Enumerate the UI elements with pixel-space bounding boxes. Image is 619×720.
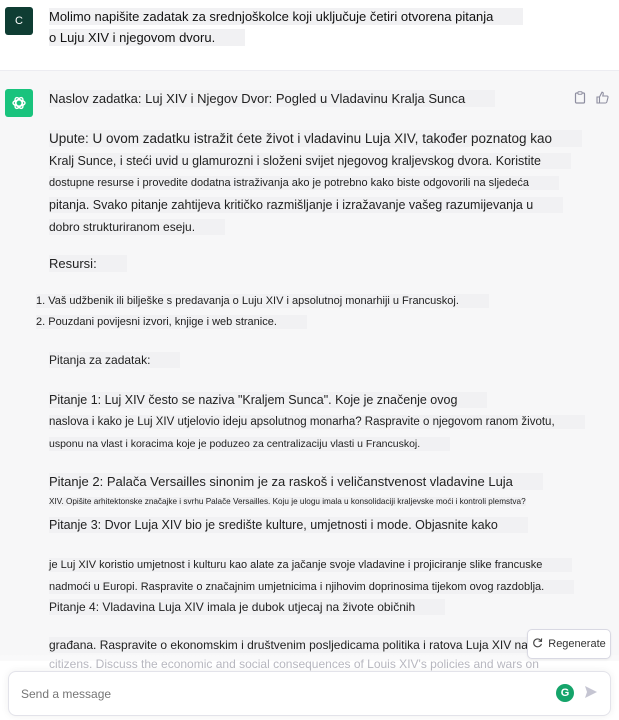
thumbs-up-icon[interactable] xyxy=(596,91,609,107)
question-2: Pitanje 2: Palača Versailles sinonim je … xyxy=(49,471,569,511)
question-line: nadmoći u Europi. Raspravite o značajnim… xyxy=(49,580,575,594)
question-line: usponu na vlast i koracima koje je poduz… xyxy=(49,437,451,451)
list-item: 2. Pouzdani povijesni izvori, knjige i w… xyxy=(36,315,307,329)
refresh-icon xyxy=(532,637,543,651)
send-icon[interactable] xyxy=(583,684,599,700)
resources-heading-text: Resursi: xyxy=(49,255,127,272)
faded-text: citizens. Discuss the economic and socia… xyxy=(49,657,539,671)
regenerate-label: Regenerate xyxy=(548,638,606,650)
instructions-line: dostupne resurse i provedite dodatna ist… xyxy=(49,176,560,190)
grammarly-icon[interactable]: G xyxy=(556,684,574,702)
question-line: je Luj XIV koristio umjetnost i kulturu … xyxy=(49,558,573,572)
resources-list: 1. Vaš udžbenik ili bilješke s predavanj… xyxy=(36,291,489,333)
question-line: naslova i kako je Luj XIV utjelovio idej… xyxy=(49,415,585,429)
question-line: XIV. Opišite arhitektonske značajke i sv… xyxy=(49,497,526,506)
instructions: Upute: U ovom zadatku istražit ćete živo… xyxy=(49,128,583,238)
user-message-text: Molimo napišite zadatak za srednjoškolce… xyxy=(49,6,524,48)
message-actions xyxy=(574,91,609,107)
instructions-line: pitanja. Svako pitanje zahtijeva kritičk… xyxy=(49,197,564,213)
title-text: Naslov zadatka: Luj XIV i Njegov Dvor: P… xyxy=(49,90,496,107)
resources-heading: Resursi: xyxy=(49,255,569,272)
user-line: o Luju XIV i njegovom dvoru. xyxy=(49,29,246,46)
user-line: Molimo napišite zadatak za srednjoškolce… xyxy=(49,8,524,25)
questions-heading: Pitanja za zadatak: xyxy=(49,352,569,368)
message-composer: G xyxy=(8,671,611,716)
instructions-line: Upute: U ovom zadatku istražit ćete živo… xyxy=(49,130,583,147)
list-item: 1. Vaš udžbenik ili bilješke s predavanj… xyxy=(36,294,489,308)
question-3: Pitanje 3: Dvor Luja XIV bio je središte… xyxy=(49,514,575,598)
question-line: Pitanje 2: Palača Versailles sinonim je … xyxy=(49,473,543,490)
question-line: Pitanje 1: Luj XIV često se naziva "Kral… xyxy=(49,392,488,408)
question-line: Pitanje 3: Dvor Luja XIV bio je središte… xyxy=(49,517,528,533)
instructions-line: dobro strukturiranom eseju. xyxy=(49,219,226,235)
regenerate-button[interactable]: Regenerate xyxy=(527,629,611,659)
question-4: Pitanje 4: Vladavina Luja XIV imala je d… xyxy=(49,596,569,656)
question-1: Pitanje 1: Luj XIV često se naziva "Kral… xyxy=(49,389,585,455)
user-message: C Molimo napišite zadatak za srednjoškol… xyxy=(0,0,619,71)
instructions-line: Kralj Sunce, i steći uvid u glamurozni i… xyxy=(49,153,571,169)
question-line: građana. Raspravite o ekonomskim i društ… xyxy=(49,637,558,653)
clipboard-icon[interactable] xyxy=(574,91,586,107)
user-avatar: C xyxy=(5,7,33,35)
questions-heading-text: Pitanja za zadatak: xyxy=(49,352,181,368)
assignment-title: Naslov zadatka: Luj XIV i Njegov Dvor: P… xyxy=(49,90,569,107)
message-input[interactable] xyxy=(19,682,543,706)
openai-logo-icon xyxy=(5,89,33,117)
question-line: Pitanje 4: Vladavina Luja XIV imala je d… xyxy=(49,599,446,615)
